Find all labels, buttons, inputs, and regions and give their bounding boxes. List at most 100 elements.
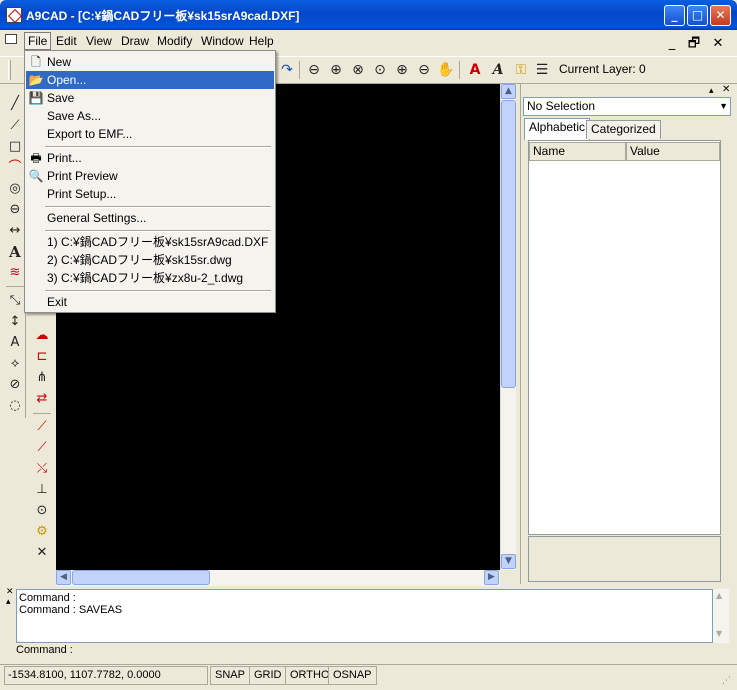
snap-center-icon[interactable]: ⊙ (32, 501, 52, 521)
diameter-dimension-icon[interactable]: ◌ (5, 396, 25, 416)
text-tool-icon[interactable]: A (5, 242, 25, 262)
command-input[interactable]: Command : (16, 643, 729, 658)
snap-toggle[interactable]: SNAP (210, 666, 250, 685)
snap-perpendicular-icon[interactable]: ⊥ (32, 480, 52, 500)
snap-settings-icon[interactable]: ⚙ (32, 522, 52, 542)
menu-item-recent-file[interactable]: 2) C:¥鍋CADフリー板¥sk15sr.dwg (26, 251, 274, 269)
hatch-tool-icon[interactable]: ≋ (5, 263, 25, 283)
osnap-toggle[interactable]: OSNAP (328, 666, 377, 685)
mdi-restore-button[interactable]: 🗗 (684, 35, 704, 53)
redo-icon[interactable]: ↷ (278, 61, 296, 79)
scroll-down-icon[interactable]: ▼ (501, 554, 516, 569)
rectangle-tool-icon[interactable]: □ (5, 137, 25, 157)
offset-tool-icon[interactable]: ⇄ (32, 389, 52, 409)
property-grid[interactable] (528, 140, 721, 535)
aligned-dimension-icon[interactable]: ⤡ (5, 291, 25, 311)
column-header-name[interactable]: Name (529, 142, 626, 161)
panel-close-icon[interactable]: ✕ (722, 84, 730, 95)
zoom-previous-icon[interactable]: ⊙ (371, 61, 389, 79)
zoom-extents-icon[interactable]: ⊗ (349, 61, 367, 79)
zoom-window-icon[interactable]: ⊖ (305, 61, 323, 79)
stretch-tool-icon[interactable]: ⊏ (32, 347, 52, 367)
window-title: A9CAD - [C:¥鍋CADフリー板¥sk15srA9cad.DXF] (26, 9, 300, 23)
minimize-button[interactable]: _ (664, 5, 685, 26)
arc-tool-icon[interactable]: ⌒ (5, 158, 25, 178)
menu-item-exit[interactable]: Exit (26, 293, 274, 311)
horizontal-scroll-thumb[interactable] (72, 570, 210, 585)
menu-item-save[interactable]: 💾 Save (26, 89, 274, 107)
line-tool-icon[interactable]: ╱ (5, 94, 25, 114)
toolbar-grip[interactable] (8, 60, 11, 80)
menu-item-general-settings[interactable]: General Settings... (26, 209, 274, 227)
vertical-scroll-thumb[interactable] (501, 100, 516, 388)
layer-keys-icon[interactable]: ⚿ (512, 61, 530, 79)
vertical-dimension-icon[interactable]: ↕ (5, 312, 25, 332)
vertical-scrollbar[interactable]: ▲ ▼ (500, 84, 516, 570)
selection-dropdown[interactable]: No Selection ▼ (523, 97, 731, 116)
menu-view[interactable]: View (83, 32, 115, 50)
menu-item-print-setup[interactable]: Print Setup... (26, 185, 274, 203)
snap-endpoint-icon[interactable]: ⟋ (32, 417, 52, 437)
menu-help[interactable]: Help (246, 32, 277, 50)
new-document-icon: 🗋 (31, 55, 41, 69)
scroll-down-icon[interactable]: ▼ (716, 629, 722, 638)
scroll-up-icon[interactable]: ▲ (716, 591, 722, 600)
menu-item-recent-file[interactable]: 3) C:¥鍋CADフリー板¥zx8u-2_t.dwg (26, 269, 274, 287)
text-style-icon[interactable]: A (466, 61, 484, 79)
snap-midpoint-icon[interactable]: ⟋ (32, 438, 52, 458)
menu-window[interactable]: Window (198, 32, 247, 50)
maximize-button[interactable]: □ (687, 5, 708, 26)
ellipse-tool-icon[interactable]: ⊖ (5, 200, 25, 220)
chevron-down-icon[interactable]: ▼ (719, 98, 728, 115)
menu-item-open[interactable]: 📂 Open... (26, 71, 274, 89)
polyline-tool-icon[interactable]: ⟋ (5, 116, 25, 136)
angular-dimension-icon[interactable]: ⟡ (5, 354, 25, 374)
command-pin-icon[interactable]: ▴ (6, 597, 11, 607)
menu-edit[interactable]: Edit (53, 32, 80, 50)
tab-categorized[interactable]: Categorized (586, 120, 661, 139)
menu-separator (45, 206, 271, 208)
document-system-menu-icon[interactable] (5, 34, 17, 44)
menu-item-recent-file[interactable]: 1) C:¥鍋CADフリー板¥sk15srA9cad.DXF (26, 233, 274, 251)
font-icon[interactable]: A (489, 61, 507, 79)
snap-intersection-icon[interactable]: ⤯ (32, 459, 52, 479)
title-bar[interactable]: A9CAD - [C:¥鍋CADフリー板¥sk15srA9cad.DXF] _ … (0, 0, 737, 30)
mdi-minimize-button[interactable]: _ (662, 35, 682, 53)
menu-item-export-emf[interactable]: Export to EMF... (26, 125, 274, 143)
cloud-tool-icon[interactable]: ☁ (32, 326, 52, 346)
command-history[interactable]: Command : Command : SAVEAS (16, 589, 713, 643)
zoom-all-icon[interactable]: ⊕ (327, 61, 345, 79)
snap-none-icon[interactable]: ✕ (32, 543, 52, 563)
dimension-tool-icon[interactable]: ↔ (5, 221, 25, 241)
zoom-out-icon[interactable]: ⊖ (415, 61, 433, 79)
menu-item-new[interactable]: 🗋 New (26, 53, 274, 71)
mdi-close-button[interactable]: ✕ (708, 35, 728, 53)
command-close-icon[interactable]: ✕ (6, 587, 14, 597)
menu-item-print-preview[interactable]: 🔍 Print Preview (26, 167, 274, 185)
close-button[interactable]: ✕ (710, 5, 731, 26)
radius-dimension-icon[interactable]: ⊘ (5, 375, 25, 395)
horizontal-scrollbar[interactable]: ◀ ▶ (56, 570, 500, 586)
scroll-up-icon[interactable]: ▲ (501, 84, 516, 99)
panel-pin-icon[interactable]: ▴ (709, 86, 714, 96)
grid-toggle[interactable]: GRID (249, 666, 287, 685)
menu-draw[interactable]: Draw (118, 32, 152, 50)
menu-item-save-as[interactable]: Save As... (26, 107, 274, 125)
mirror-tool-icon[interactable]: ⋔ (32, 368, 52, 388)
scroll-right-icon[interactable]: ▶ (484, 570, 499, 585)
horizontal-dimension-icon[interactable]: A (5, 333, 25, 353)
layers-icon[interactable]: ☰ (533, 61, 551, 79)
column-header-value[interactable]: Value (626, 142, 720, 161)
tab-alphabetic[interactable]: Alphabetic (524, 118, 591, 140)
resize-grip-icon[interactable]: ⋰ (722, 676, 731, 686)
scroll-left-icon[interactable]: ◀ (56, 570, 71, 585)
menu-modify[interactable]: Modify (154, 32, 195, 50)
coordinates-readout: -1534.8100, 1107.7782, 0.0000 (4, 666, 208, 685)
menu-file[interactable]: File (24, 32, 52, 50)
command-scrollbar[interactable]: ▲ ▼ (713, 589, 729, 643)
circle-tool-icon[interactable]: ◎ (5, 179, 25, 199)
app-icon[interactable] (6, 7, 22, 23)
zoom-in-icon[interactable]: ⊕ (393, 61, 411, 79)
menu-item-print[interactable]: 🖶 Print... (26, 149, 274, 167)
pan-hand-icon[interactable]: ✋ (437, 61, 455, 79)
